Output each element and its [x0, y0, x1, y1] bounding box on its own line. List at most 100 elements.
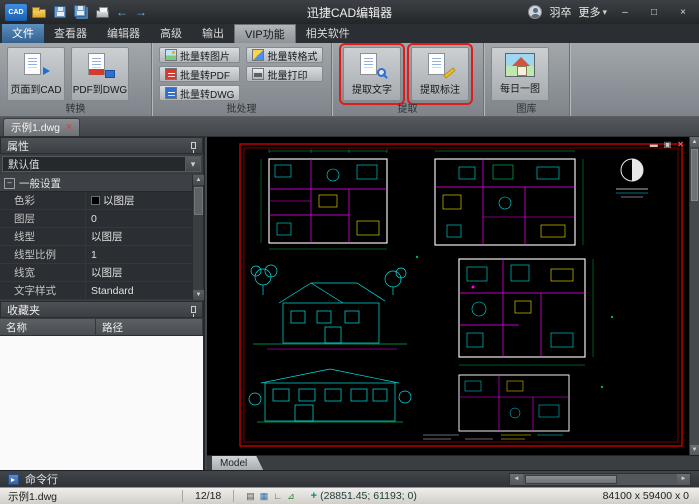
property-row[interactable]: 文字样式 Standard: [0, 282, 203, 300]
group-label-batch: 批处理: [226, 104, 257, 115]
tab-editor[interactable]: 编辑器: [97, 24, 150, 43]
daily-drawing-button[interactable]: 每日一图: [491, 47, 549, 101]
status-bar: 示例1.dwg 12/18 ▤ ▦ ∟ ⊿ + (28851.45; 61193…: [0, 487, 699, 504]
tab-viewer[interactable]: 查看器: [44, 24, 97, 43]
pin-icon[interactable]: [191, 306, 196, 317]
save-all-icon[interactable]: [72, 3, 90, 21]
property-row[interactable]: 线型比例 1: [0, 246, 203, 264]
canvas-h-scrollbar[interactable]: [509, 472, 691, 486]
property-row[interactable]: 色彩 以图层: [0, 192, 203, 210]
property-row[interactable]: 线宽 以图层: [0, 264, 203, 282]
batch-to-image-button[interactable]: 批量转图片: [159, 47, 241, 63]
property-label: 线型比例: [0, 246, 86, 263]
dwg-icon: [165, 87, 177, 99]
dropdown-arrow-icon[interactable]: [185, 157, 200, 171]
property-value: 以图层: [91, 231, 123, 243]
user-avatar-icon[interactable]: [528, 5, 543, 19]
favorites-column-headers: 名称 路径: [0, 319, 203, 336]
color-swatch: [91, 196, 100, 205]
tab-file[interactable]: 文件: [2, 24, 44, 43]
pdf-to-dwg-button[interactable]: PDF到DWG: [71, 47, 129, 101]
open-file-icon[interactable]: [30, 3, 48, 21]
tab-output[interactable]: 输出: [192, 24, 234, 43]
maximize-button[interactable]: □: [643, 4, 665, 20]
scroll-down-icon[interactable]: [690, 445, 699, 455]
page-to-cad-button[interactable]: 页面到CAD: [7, 47, 65, 101]
property-value: 1: [91, 248, 97, 261]
column-path[interactable]: 路径: [96, 319, 203, 336]
document-close-icon[interactable]: ×: [66, 122, 72, 133]
layout-icon[interactable]: ▤: [246, 491, 255, 502]
scrollbar-thumb[interactable]: [691, 149, 698, 201]
property-row[interactable]: 图层 0: [0, 210, 203, 228]
extract-text-label: 提取文字: [352, 85, 392, 96]
model-tab[interactable]: Model: [212, 456, 263, 470]
undo-icon[interactable]: ←: [114, 5, 130, 19]
property-label: 文字样式: [0, 282, 86, 299]
daily-drawing-icon: [505, 53, 535, 77]
command-bar[interactable]: 命令行: [0, 470, 699, 487]
folder-icon: [32, 7, 46, 18]
cursor-coordinates: (28851.45; 61193; 0): [320, 490, 417, 502]
panel-minimize-icon[interactable]: ▬: [650, 140, 658, 149]
property-label: 色彩: [0, 192, 86, 209]
panel-restore-icon[interactable]: ▣: [664, 140, 672, 149]
osnap-icon[interactable]: ⊿: [287, 491, 295, 502]
tab-advanced[interactable]: 高级: [150, 24, 192, 43]
batch-print-button[interactable]: 批量打印: [246, 66, 324, 82]
close-button[interactable]: ×: [672, 4, 694, 20]
more-label: 更多: [578, 7, 601, 19]
scroll-right-icon[interactable]: [677, 473, 690, 485]
drawing-extents: 84100 x 59400 x 0: [602, 490, 689, 502]
canvas-v-scrollbar[interactable]: [689, 137, 699, 455]
ortho-icon[interactable]: ∟: [273, 491, 282, 501]
favorites-list[interactable]: [0, 336, 203, 470]
batch-to-dwg-button[interactable]: 批量转DWG: [159, 85, 241, 101]
pin-icon[interactable]: [191, 142, 196, 153]
scroll-up-icon[interactable]: [690, 137, 699, 147]
extract-dimension-button[interactable]: 提取标注: [407, 43, 473, 105]
batch-to-format-button[interactable]: 批量转格式: [246, 47, 324, 63]
divider: [182, 490, 183, 502]
property-row[interactable]: 线型 以图层: [0, 228, 203, 246]
left-panel: 属性 默认值 一般设置 色彩 以图层 图层 0 线型 以图层 线型比例 1: [0, 137, 205, 470]
crosshair-icon: +: [310, 490, 318, 502]
scroll-up-icon[interactable]: [193, 175, 204, 185]
username-label: 羽卒: [549, 7, 572, 19]
scroll-left-icon[interactable]: [510, 473, 523, 485]
extract-text-icon: [357, 52, 387, 78]
property-value: 0: [91, 212, 97, 225]
scroll-down-icon[interactable]: [193, 290, 204, 300]
floppy-stack-icon: [74, 5, 86, 17]
cad-drawing[interactable]: [207, 137, 689, 455]
pdf-to-dwg-icon: [85, 52, 115, 78]
save-icon[interactable]: [51, 3, 69, 21]
page-indicator: 12/18: [195, 490, 222, 502]
column-name[interactable]: 名称: [0, 319, 96, 336]
ribbon-group-batch: 批量转图片 批量转PDF 批量转DWG 批量转格式 批量打印 批处理: [152, 43, 332, 116]
document-tab[interactable]: 示例1.dwg ×: [3, 118, 80, 136]
extract-text-button[interactable]: 提取文字: [339, 43, 405, 105]
printer-small-icon: [252, 68, 265, 80]
tab-vip-features[interactable]: VIP功能: [234, 24, 296, 43]
batch-to-pdf-button[interactable]: 批量转PDF: [159, 66, 241, 82]
minimize-button[interactable]: –: [614, 4, 636, 20]
grid-icon[interactable]: ▦: [260, 491, 269, 502]
group-label-convert: 转换: [65, 104, 86, 115]
redo-icon[interactable]: →: [133, 5, 149, 19]
print-icon[interactable]: [93, 3, 111, 21]
command-line-label: 命令行: [25, 474, 58, 486]
status-filename: 示例1.dwg: [8, 490, 58, 503]
property-grid-scrollbar[interactable]: [192, 175, 204, 300]
property-value: Standard: [91, 284, 134, 297]
scrollbar-thumb[interactable]: [194, 187, 203, 215]
floppy-icon: [54, 6, 66, 18]
preset-dropdown[interactable]: 默认值: [2, 156, 201, 172]
section-general-settings[interactable]: 一般设置: [0, 175, 203, 192]
property-value: 以图层: [86, 192, 203, 209]
scrollbar-thumb[interactable]: [525, 474, 617, 484]
panel-close-icon[interactable]: ✕: [677, 140, 684, 149]
preset-value: 默认值: [8, 158, 40, 171]
more-menu-button[interactable]: 更多: [578, 4, 607, 20]
tab-related-software[interactable]: 相关软件: [296, 24, 360, 43]
